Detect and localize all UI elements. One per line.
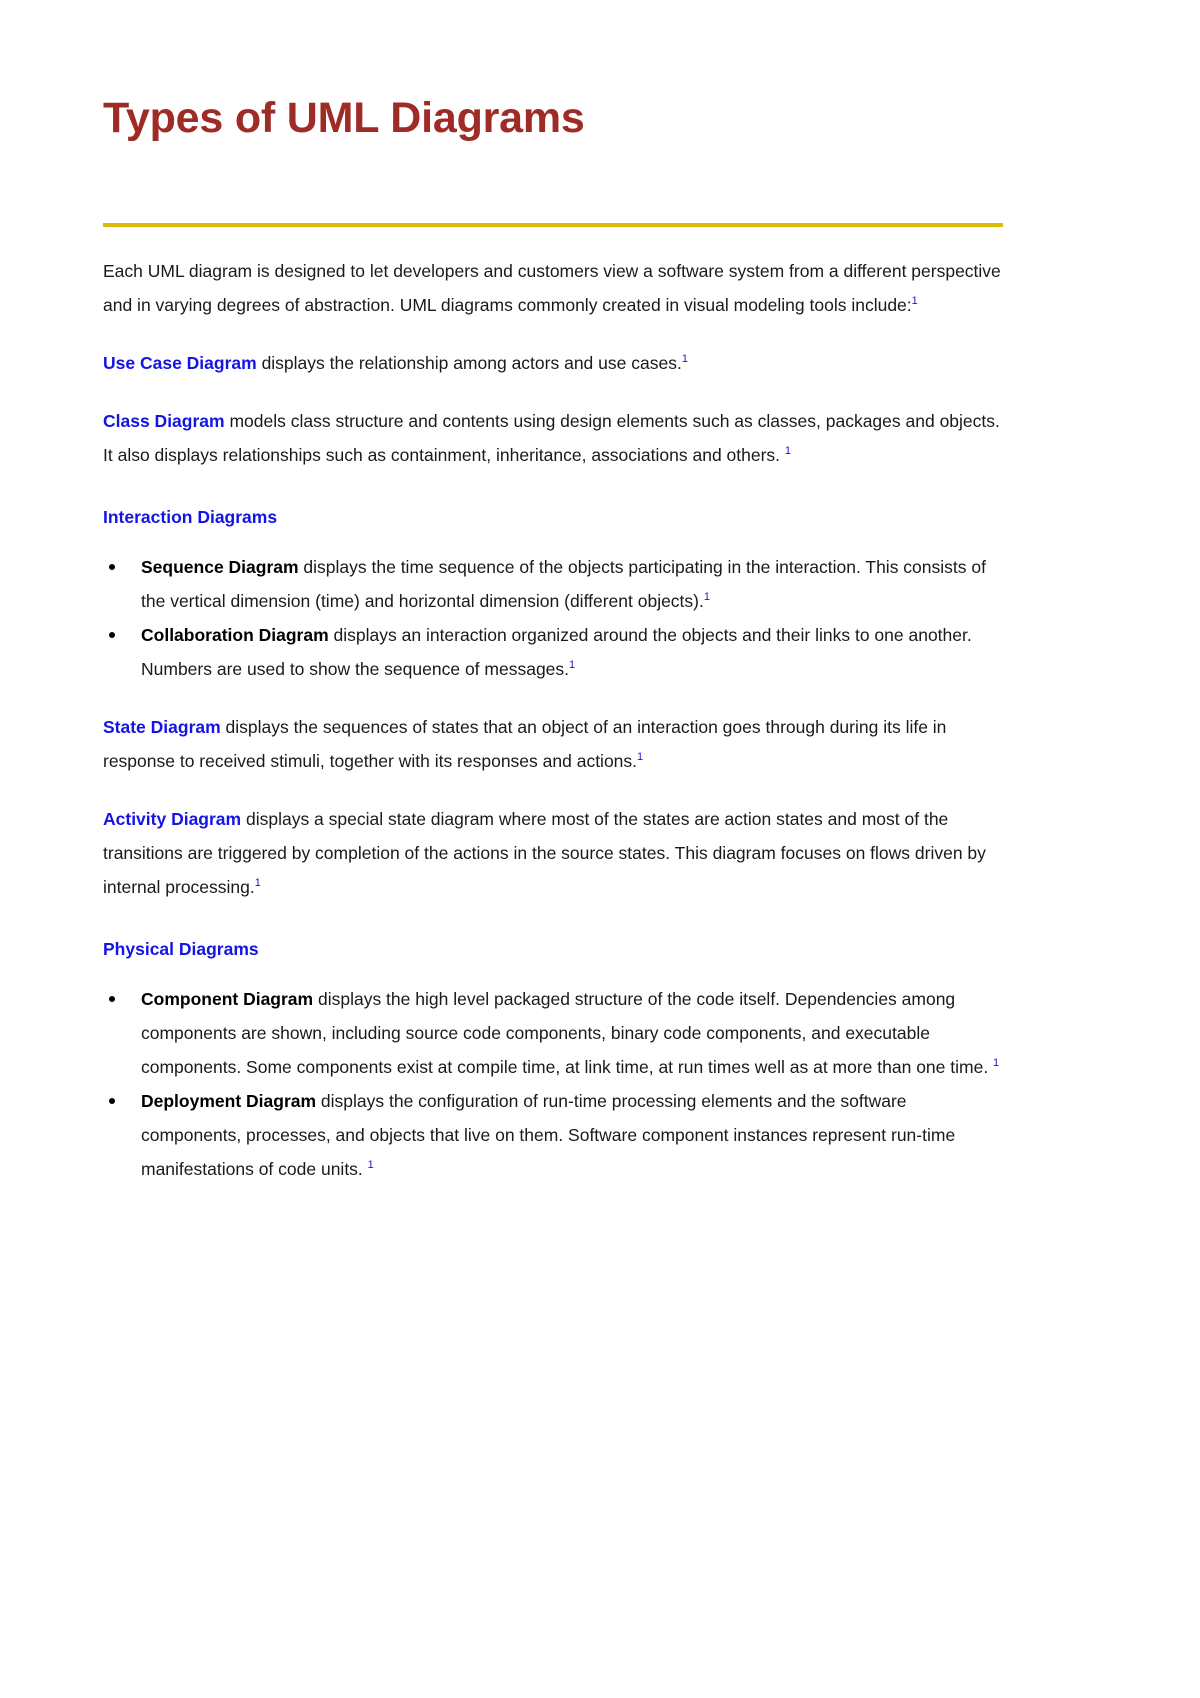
bullet-icon [109, 564, 115, 571]
footnote-marker: 1 [703, 591, 710, 604]
bullet-icon [109, 1098, 115, 1105]
activity-diagram-term: Activity Diagram [103, 809, 242, 830]
state-diagram-paragraph: State Diagram displays the sequences of … [103, 710, 1003, 778]
bullet-icon [109, 632, 115, 639]
class-diagram-paragraph: Class Diagram models class structure and… [103, 404, 1003, 472]
intro-paragraph: Each UML diagram is designed to let deve… [103, 254, 1003, 322]
footnote-marker: 1 [681, 353, 688, 366]
footnote-marker: 1 [254, 877, 261, 890]
sequence-diagram-term: Sequence Diagram [141, 557, 299, 578]
footnote-marker: 1 [993, 1057, 1000, 1070]
physical-diagrams-list: Component Diagram displays the high leve… [103, 982, 1003, 1186]
component-diagram-term: Component Diagram [141, 989, 314, 1010]
list-item-collaboration-diagram: Collaboration Diagram displays an intera… [103, 618, 1003, 686]
footnote-marker: 1 [911, 295, 918, 308]
interaction-diagrams-list: Sequence Diagram displays the time seque… [103, 550, 1003, 686]
document-page: Types of UML Diagrams Each UML diagram i… [0, 0, 1200, 1698]
deployment-diagram-term: Deployment Diagram [141, 1091, 317, 1112]
document-content: Types of UML Diagrams Each UML diagram i… [103, 94, 1003, 1186]
class-diagram-body: models class structure and contents usin… [103, 411, 1000, 466]
use-case-diagram-body: displays the relationship among actors a… [256, 353, 682, 374]
class-diagram-term: Class Diagram [103, 411, 225, 432]
use-case-diagram-paragraph: Use Case Diagram displays the relationsh… [103, 346, 1003, 380]
footnote-marker: 1 [637, 751, 644, 764]
footnote-marker: 1 [784, 445, 792, 458]
bullet-icon [109, 996, 115, 1003]
state-diagram-term: State Diagram [103, 717, 221, 738]
intro-text: Each UML diagram is designed to let deve… [103, 261, 1001, 316]
section-heading-interaction-diagrams: Interaction Diagrams [103, 507, 278, 528]
list-item-sequence-diagram: Sequence Diagram displays the time seque… [103, 550, 1003, 618]
list-item-deployment-diagram: Deployment Diagram displays the configur… [103, 1084, 1003, 1186]
footnote-marker: 1 [569, 659, 576, 672]
use-case-diagram-term: Use Case Diagram [103, 353, 257, 374]
state-diagram-body: displays the sequences of states that an… [103, 717, 947, 772]
list-item-component-diagram: Component Diagram displays the high leve… [103, 982, 1003, 1084]
footnote-marker: 1 [367, 1159, 374, 1172]
title-divider [103, 223, 1003, 228]
page-title: Types of UML Diagrams [103, 94, 585, 142]
collaboration-diagram-term: Collaboration Diagram [141, 625, 329, 646]
activity-diagram-paragraph: Activity Diagram displays a special stat… [103, 802, 1003, 904]
section-heading-physical-diagrams: Physical Diagrams [103, 939, 259, 960]
